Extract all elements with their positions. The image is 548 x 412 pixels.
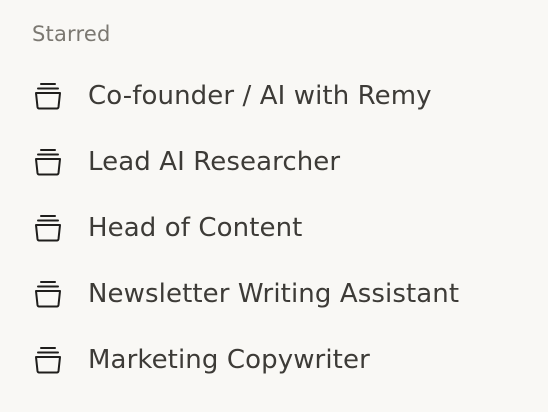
starred-item-label: Head of Content: [88, 213, 303, 243]
starred-item-newsletter-writing-assistant[interactable]: Newsletter Writing Assistant: [0, 261, 548, 327]
starred-item-label: Marketing Copywriter: [88, 345, 370, 375]
starred-list: Co-founder / AI with Remy Lead AI Resear…: [0, 63, 548, 393]
starred-section-header: Starred: [32, 22, 111, 46]
project-stack-icon: [32, 212, 64, 244]
starred-item-label: Newsletter Writing Assistant: [88, 279, 460, 309]
starred-item-label: Co-founder / AI with Remy: [88, 81, 432, 111]
starred-sidebar-section: Starred Co-founder / AI with Remy Lead A…: [0, 0, 548, 412]
project-stack-icon: [32, 80, 64, 112]
starred-item-lead-ai-researcher[interactable]: Lead AI Researcher: [0, 129, 548, 195]
project-stack-icon: [32, 146, 64, 178]
starred-item-head-of-content[interactable]: Head of Content: [0, 195, 548, 261]
starred-item-marketing-copywriter[interactable]: Marketing Copywriter: [0, 327, 548, 393]
starred-item-cofounder-ai-with-remy[interactable]: Co-founder / AI with Remy: [0, 63, 548, 129]
project-stack-icon: [32, 344, 64, 376]
project-stack-icon: [32, 278, 64, 310]
starred-item-label: Lead AI Researcher: [88, 147, 341, 177]
